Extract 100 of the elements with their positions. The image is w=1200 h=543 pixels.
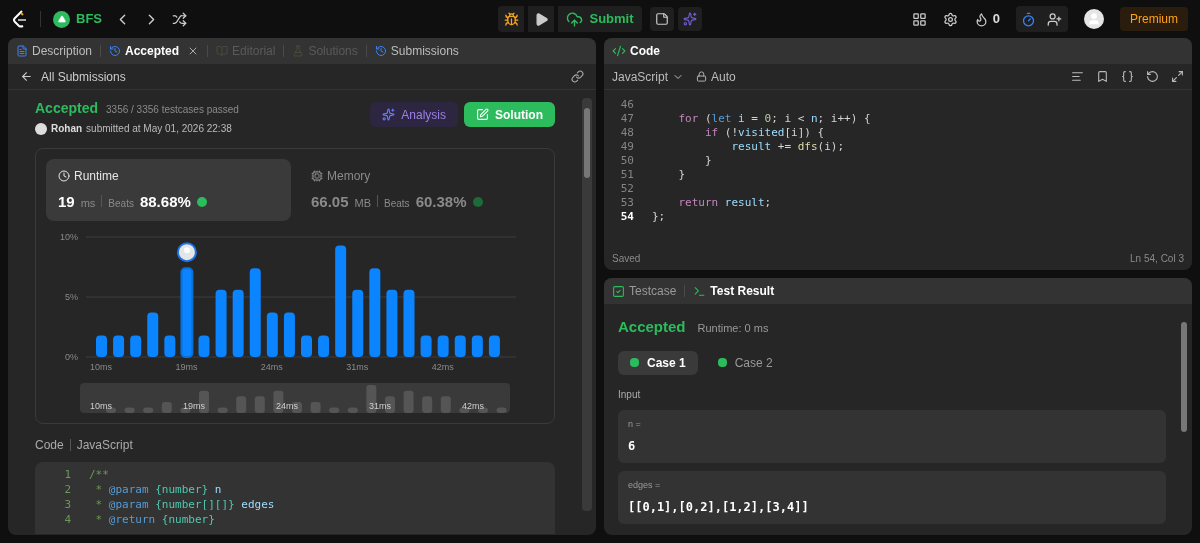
bar[interactable] [215,289,227,357]
bar[interactable] [488,335,500,357]
bug-icon [503,11,519,27]
bar[interactable] [352,289,364,357]
checkbox-icon [717,358,727,367]
bar[interactable] [164,335,176,357]
reset-icon[interactable] [1146,70,1159,83]
document-icon [16,45,28,57]
axis-label: 19ms [175,362,198,372]
panel-tab[interactable]: Submissions [374,42,459,60]
bar[interactable] [249,268,261,357]
bar[interactable] [180,267,194,358]
shuffle-icon[interactable] [172,11,187,27]
avatar-icon[interactable] [1084,9,1104,29]
panel-tab[interactable]: Accepted [109,42,200,60]
bar[interactable] [386,289,398,357]
add-friend-button[interactable] [1042,6,1068,32]
layout-icon[interactable] [911,11,927,27]
user-name[interactable]: Rohan [51,121,83,136]
play-icon [533,11,549,27]
axis-label: 5% [65,292,78,302]
result-tab[interactable]: Test Result [693,282,775,300]
bar[interactable] [113,335,125,357]
user-avatar-icon [35,122,47,135]
line-number: 47 [619,110,634,127]
run-button[interactable] [528,6,555,32]
range-overview[interactable]: 10ms 19ms 24ms 31ms 42ms [80,383,510,413]
expand-icon[interactable] [1171,70,1184,83]
bar[interactable] [198,335,210,357]
bar[interactable] [420,335,432,357]
problem-title[interactable]: BFS [76,9,102,29]
add-user-icon [1047,11,1063,27]
stat-unit: ms [80,196,96,211]
clock-icon [58,170,70,182]
bar[interactable] [130,335,142,357]
bar[interactable] [369,268,381,357]
submitted-time: submitted at May 01, 2026 22:38 [86,122,232,136]
stat-value: 19 [58,192,75,212]
panel-tab[interactable]: Description [16,42,93,60]
arrow-left-icon [20,70,33,83]
bar[interactable] [335,245,347,357]
bar[interactable] [301,335,312,357]
history-icon [109,45,122,57]
input-name: n = [628,417,642,431]
editor-title: Code [630,43,660,60]
flame-icon[interactable] [973,11,989,27]
analysis-button[interactable]: Analysis [370,102,458,127]
ai-button[interactable] [677,7,702,31]
line-number: 52 [619,180,634,197]
bar[interactable] [403,289,415,357]
input-value: [[0,1],[0,2],[1,2],[3,4]] [628,499,810,516]
line-number: 4 [63,512,71,529]
axis-label: 0% [65,352,78,362]
debug-button[interactable] [498,6,525,32]
back-link[interactable]: All Submissions [20,67,126,86]
code-line: } [703,152,712,169]
overview-label: 42ms [462,399,484,413]
cursor-position: Ln 54, Col 3 [1130,251,1184,266]
code-line: } [677,166,686,183]
case-tab[interactable]: Case 2 [705,350,785,375]
settings-icon[interactable] [942,11,958,27]
bookmark-icon[interactable] [1096,70,1109,83]
scrollbar[interactable] [582,98,592,511]
bar[interactable] [232,289,244,357]
bar[interactable] [266,312,278,357]
bar[interactable] [96,335,107,357]
bar[interactable] [471,335,483,357]
braces-icon[interactable] [1121,70,1134,83]
beats-percent: 88.68% [139,192,191,212]
format-icon[interactable] [1071,70,1084,83]
code-line: result += dfs(i); [730,138,845,155]
checkbox-icon [630,358,639,367]
bar[interactable] [283,312,295,357]
case-tab[interactable]: Case 1 [618,350,698,375]
axis-label: 10ms [90,362,112,372]
code-line: if (!visited[i]) { [703,124,825,141]
chip-icon [311,170,323,182]
bar[interactable] [318,335,330,357]
result-tab[interactable]: Testcase [612,282,677,300]
stat-unit: MB [354,196,372,211]
input-label: Input [618,387,642,402]
stat-card[interactable]: Memory 66.05 MB Beats 60.38% [299,159,544,221]
link-icon[interactable] [571,70,584,83]
line-number: 1 [63,467,71,484]
stat-card[interactable]: Runtime 19 ms Beats 88.68% [46,159,291,221]
history-icon [374,45,387,57]
axis-label: 10% [60,232,78,242]
timer-button[interactable] [1016,6,1042,32]
notes-button[interactable] [649,7,674,31]
bar[interactable] [454,335,466,357]
bar[interactable] [147,312,159,357]
save-status: Saved [612,251,641,266]
premium-button[interactable]: Premium [1120,7,1188,31]
language-select[interactable]: JavaScript [612,67,685,86]
line-number: 54 [619,208,634,225]
runtime-text: Runtime: 0 ms [697,321,769,336]
terminal-icon [693,284,707,298]
submit-button[interactable]: Submit [558,6,642,32]
bar[interactable] [437,335,449,357]
axis-label: 42ms [431,362,454,372]
